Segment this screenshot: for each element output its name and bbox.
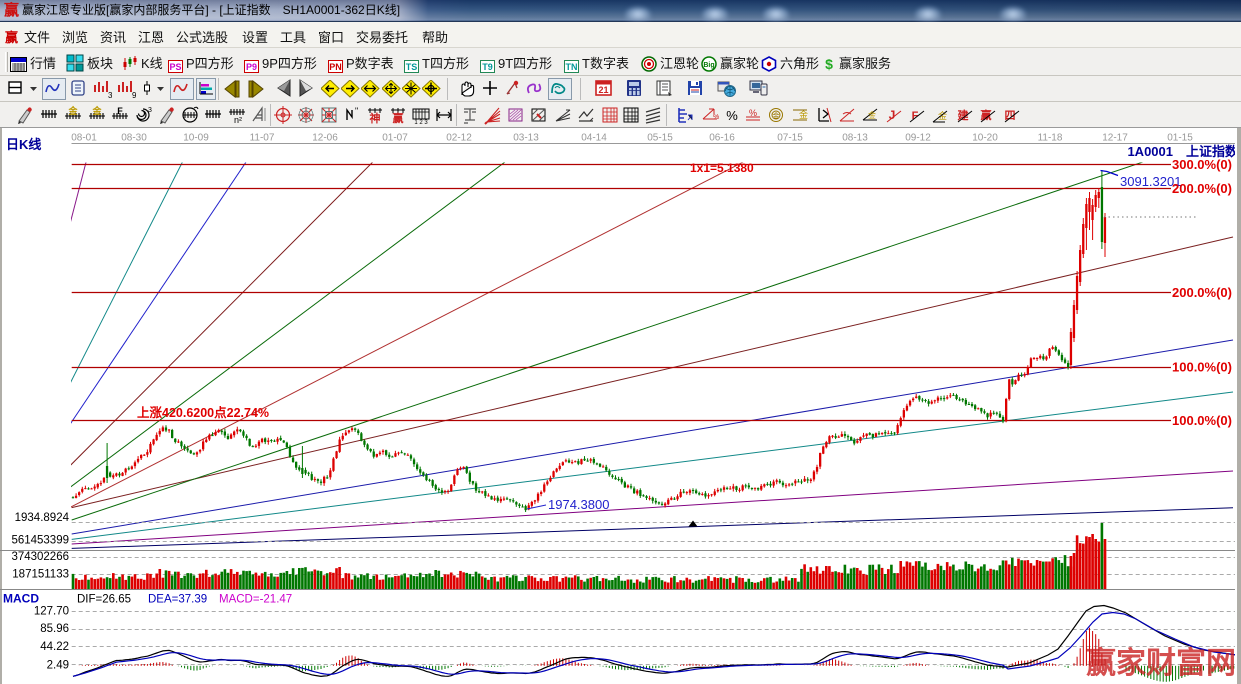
svg-text:1934.8924: 1934.8924 [15, 512, 70, 524]
svg-text:1974.3800: 1974.3800 [548, 497, 609, 512]
svg-text:上涨420.6200点22.74%: 上涨420.6200点22.74% [137, 405, 269, 420]
svg-text:%: % [713, 114, 719, 121]
svg-text:08-13: 08-13 [842, 133, 868, 144]
svg-text:21: 21 [598, 85, 608, 95]
svg-text:11-07: 11-07 [250, 133, 275, 144]
svg-text:1x1=5.1380: 1x1=5.1380 [690, 161, 754, 175]
svg-text:12-17: 12-17 [1102, 133, 1128, 144]
svg-text:09-12: 09-12 [905, 133, 931, 144]
svg-text:10-09: 10-09 [183, 133, 209, 144]
svg-text:04-14: 04-14 [581, 133, 607, 144]
svg-text:%: % [749, 108, 757, 118]
svg-text:200.0%(0): 200.0%(0) [1172, 181, 1232, 196]
svg-text:08-30: 08-30 [121, 133, 147, 144]
svg-text:127.70: 127.70 [34, 606, 69, 618]
svg-text:200.0%(0): 200.0%(0) [1172, 285, 1232, 300]
svg-text:金: 金 [67, 105, 78, 116]
svg-text:187151133: 187151133 [12, 569, 69, 581]
svg-text:12-06: 12-06 [312, 133, 338, 144]
svg-text:374302266: 374302266 [11, 551, 69, 563]
svg-text:2.49: 2.49 [47, 660, 69, 672]
svg-text:金: 金 [773, 111, 780, 120]
svg-text:": " [355, 106, 358, 116]
svg-text:%: % [726, 108, 738, 123]
svg-text:01-07: 01-07 [382, 133, 408, 144]
svg-text:3: 3 [148, 107, 152, 114]
svg-text:金: 金 [868, 110, 876, 120]
svg-text:金: 金 [91, 105, 102, 116]
svg-text:9: 9 [132, 91, 136, 99]
svg-text:03-13: 03-13 [513, 133, 539, 144]
svg-text:01-15: 01-15 [1167, 133, 1193, 144]
svg-text:07-15: 07-15 [777, 133, 803, 144]
svg-text:Big: Big [703, 62, 714, 69]
svg-text:02-12: 02-12 [446, 133, 472, 144]
svg-text:85.96: 85.96 [40, 623, 69, 635]
svg-text:F: F [117, 106, 123, 116]
svg-text:100.0%(0): 100.0%(0) [1172, 413, 1232, 428]
svg-text:$: $ [825, 56, 833, 72]
svg-text:MACD=-21.47: MACD=-21.47 [219, 594, 292, 606]
svg-text:08-01: 08-01 [71, 133, 97, 144]
svg-text:1 2 3: 1 2 3 [414, 120, 428, 125]
svg-text:DIF=26.65: DIF=26.65 [77, 594, 131, 606]
svg-text:金: 金 [799, 109, 808, 120]
svg-text:神: 神 [370, 111, 381, 125]
svg-text:11-18: 11-18 [1038, 133, 1063, 144]
svg-text:44.22: 44.22 [40, 641, 69, 653]
svg-text:赢: 赢 [393, 111, 404, 125]
svg-text:300.0%(0): 300.0%(0) [1172, 157, 1232, 172]
svg-text:DEA=37.39: DEA=37.39 [148, 594, 207, 606]
svg-text:100.0%(0): 100.0%(0) [1172, 360, 1232, 375]
svg-text:10-20: 10-20 [972, 133, 998, 144]
svg-text:3: 3 [108, 91, 112, 99]
svg-text:MACD: MACD [3, 592, 39, 606]
svg-text:日K线: 日K线 [6, 137, 41, 152]
svg-text:赢家财富网: 赢家财富网 [1086, 646, 1235, 680]
svg-text:n²: n² [234, 115, 242, 125]
svg-text:561453399: 561453399 [11, 535, 69, 547]
svg-text:05-15: 05-15 [647, 133, 673, 144]
svg-text:06-16: 06-16 [709, 133, 735, 144]
